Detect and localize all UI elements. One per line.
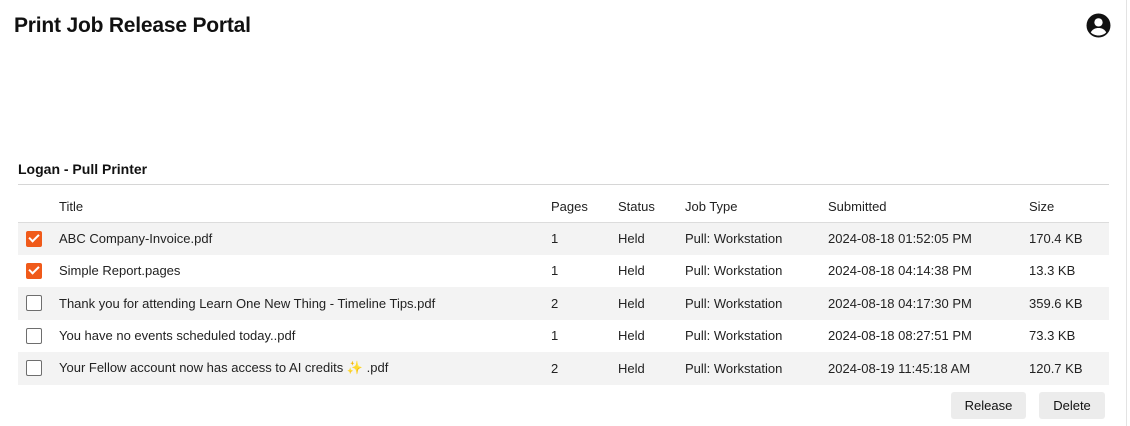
row-checkbox[interactable]	[26, 327, 42, 344]
job-pages: 2	[551, 287, 618, 320]
row-select-cell	[18, 352, 59, 385]
row-select-cell	[18, 254, 59, 287]
job-title: Simple Report.pages	[59, 254, 551, 287]
row-checkbox[interactable]	[26, 230, 42, 247]
queue-title: Logan - Pull Printer	[18, 161, 148, 177]
job-submitted: 2024-08-18 04:14:38 PM	[828, 254, 1029, 287]
job-status: Held	[618, 254, 685, 287]
window-edge	[1126, 0, 1127, 426]
column-header-title[interactable]: Title	[59, 192, 551, 223]
table-row[interactable]: ABC Company-Invoice.pdf 1 Held Pull: Wor…	[18, 222, 1109, 255]
job-size: 170.4 KB	[1029, 222, 1109, 255]
row-select-cell	[18, 319, 59, 352]
job-pages: 1	[551, 254, 618, 287]
table-row[interactable]: You have no events scheduled today..pdf …	[18, 319, 1109, 352]
job-title: You have no events scheduled today..pdf	[59, 319, 551, 352]
job-type: Pull: Workstation	[685, 222, 828, 255]
row-checkbox[interactable]	[26, 360, 42, 377]
job-submitted: 2024-08-19 11:45:18 AM	[828, 352, 1029, 385]
column-header-pages[interactable]: Pages	[551, 192, 618, 223]
row-select-cell	[18, 287, 59, 320]
print-jobs-table: Title Pages Status Job Type Submitted Si…	[18, 192, 1109, 385]
delete-button[interactable]: Delete	[1039, 392, 1105, 419]
job-title: Your Fellow account now has access to AI…	[59, 352, 551, 385]
job-pages: 2	[551, 352, 618, 385]
job-size: 359.6 KB	[1029, 287, 1109, 320]
row-checkbox[interactable]	[26, 295, 42, 312]
job-submitted: 2024-08-18 08:27:51 PM	[828, 319, 1029, 352]
job-size: 73.3 KB	[1029, 319, 1109, 352]
row-select-cell	[18, 222, 59, 255]
job-submitted: 2024-08-18 04:17:30 PM	[828, 287, 1029, 320]
account-circle-icon[interactable]	[1086, 13, 1111, 38]
table-row[interactable]: Thank you for attending Learn One New Th…	[18, 287, 1109, 320]
job-type: Pull: Workstation	[685, 254, 828, 287]
job-status: Held	[618, 319, 685, 352]
job-type: Pull: Workstation	[685, 287, 828, 320]
table-row[interactable]: Your Fellow account now has access to AI…	[18, 352, 1109, 385]
column-header-submitted[interactable]: Submitted	[828, 192, 1029, 223]
job-title: ABC Company-Invoice.pdf	[59, 222, 551, 255]
job-type: Pull: Workstation	[685, 352, 828, 385]
column-header-status[interactable]: Status	[618, 192, 685, 223]
table-row[interactable]: Simple Report.pages 1 Held Pull: Worksta…	[18, 254, 1109, 287]
row-checkbox[interactable]	[26, 262, 42, 279]
job-status: Held	[618, 222, 685, 255]
table-header-row: Title Pages Status Job Type Submitted Si…	[18, 192, 1109, 223]
page-title: Print Job Release Portal	[14, 14, 251, 37]
column-header-size[interactable]: Size	[1029, 192, 1109, 223]
section-divider	[18, 184, 1109, 185]
job-status: Held	[618, 352, 685, 385]
release-button[interactable]: Release	[951, 392, 1026, 419]
job-pages: 1	[551, 319, 618, 352]
job-size: 120.7 KB	[1029, 352, 1109, 385]
job-type: Pull: Workstation	[685, 319, 828, 352]
header-select	[18, 192, 59, 223]
job-title: Thank you for attending Learn One New Th…	[59, 287, 551, 320]
job-pages: 1	[551, 222, 618, 255]
column-header-job-type[interactable]: Job Type	[685, 192, 828, 223]
job-submitted: 2024-08-18 01:52:05 PM	[828, 222, 1029, 255]
job-size: 13.3 KB	[1029, 254, 1109, 287]
job-status: Held	[618, 287, 685, 320]
